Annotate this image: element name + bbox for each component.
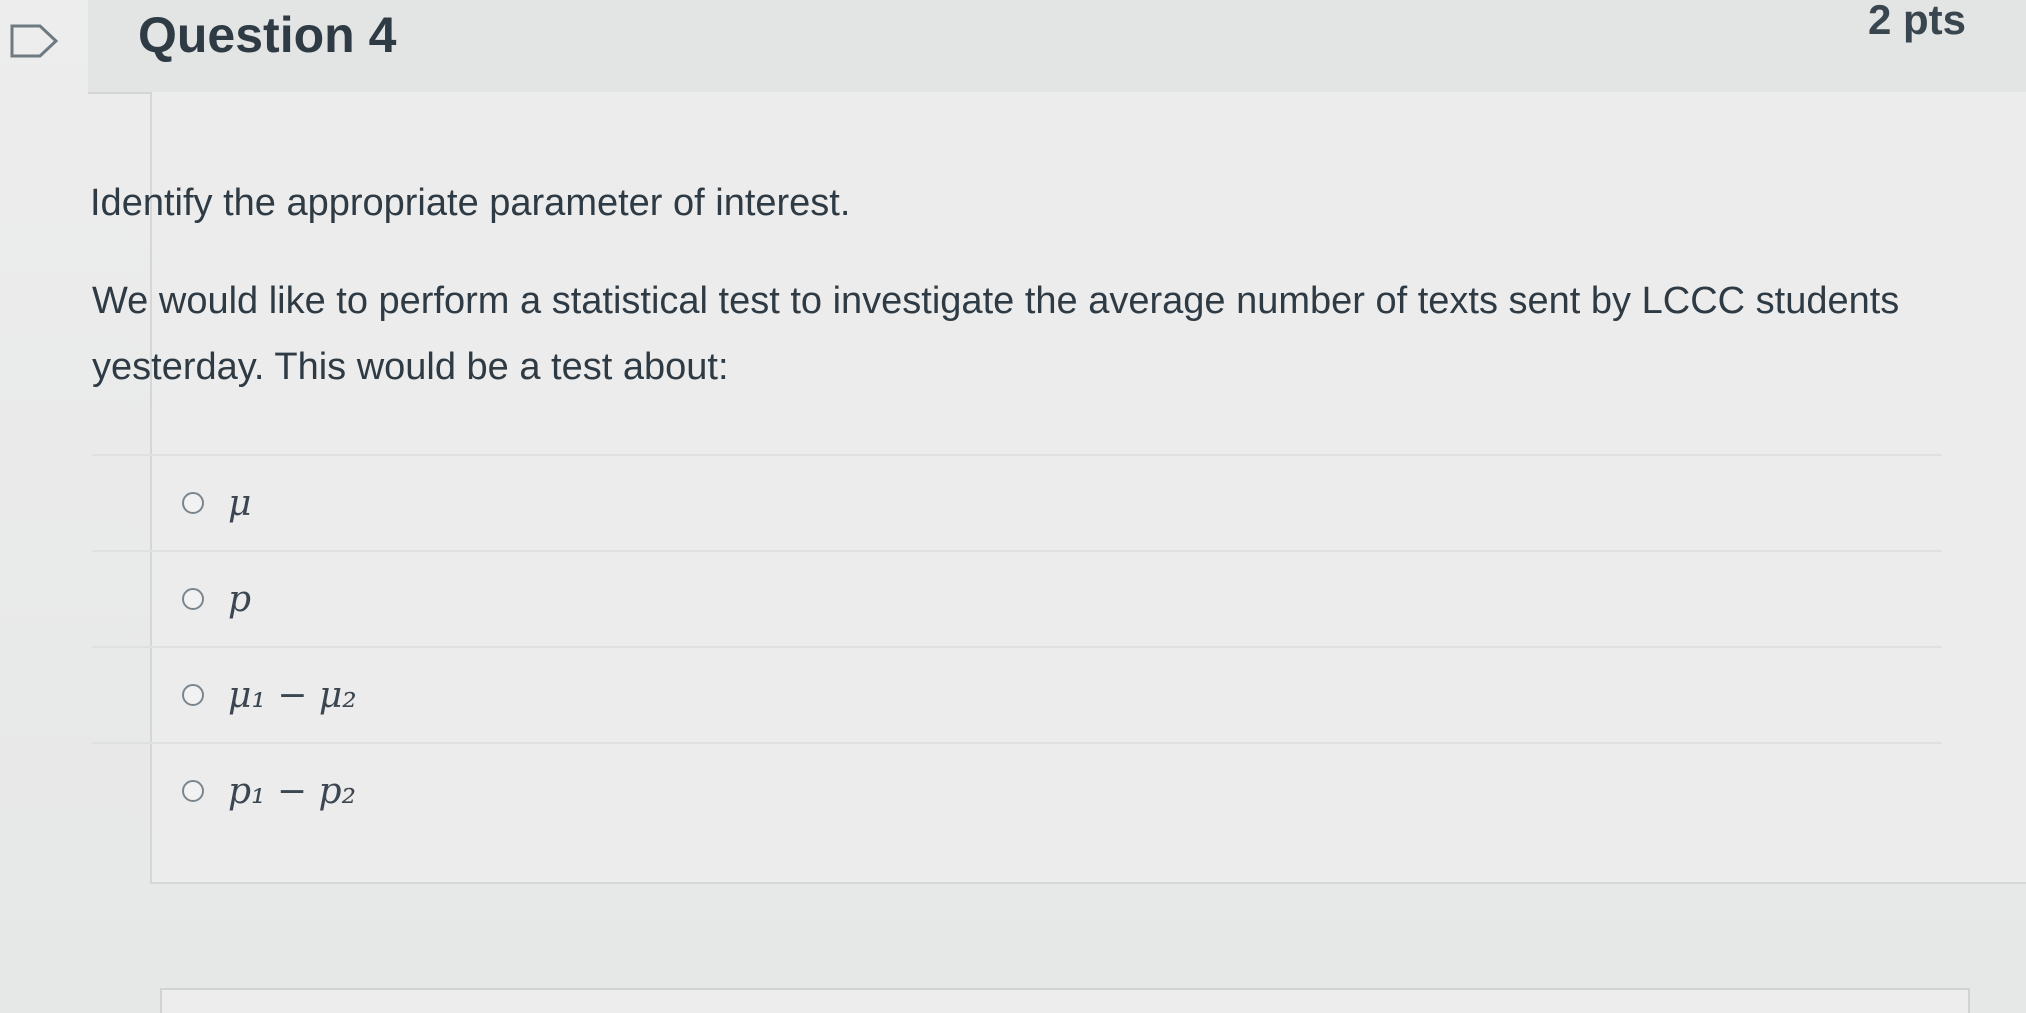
answer-label: μ (228, 482, 252, 524)
answer-option-mu-diff[interactable]: μ₁ − μ₂ (92, 646, 1942, 742)
answer-option-mu[interactable]: μ (92, 454, 1942, 550)
question-prompt: Identify the appropriate parameter of in… (90, 182, 851, 224)
radio-button[interactable] (182, 684, 204, 706)
question-points: 2 pts (1867, 0, 1966, 43)
radio-button[interactable] (182, 588, 204, 610)
quiz-page: Question 4 2 pts Identify the appropriat… (0, 0, 2026, 1013)
question-title: Question 4 (138, 7, 397, 63)
question-header: Question 4 2 pts (88, 0, 2026, 94)
next-question-card (160, 988, 1970, 1013)
radio-button[interactable] (182, 780, 204, 802)
answer-list: μ p μ₁ − μ₂ p₁ − p₂ (92, 454, 1942, 838)
question-description: We would like to perform a statistical t… (92, 280, 1900, 388)
answer-label: p (228, 578, 252, 620)
radio-button[interactable] (182, 492, 204, 514)
answer-option-p[interactable]: p (92, 550, 1942, 646)
flag-question-icon[interactable] (10, 24, 60, 58)
answer-label: p₁ − p₂ (228, 770, 357, 812)
answer-option-p-diff[interactable]: p₁ − p₂ (92, 742, 1942, 838)
answer-label: μ₁ − μ₂ (228, 674, 357, 716)
